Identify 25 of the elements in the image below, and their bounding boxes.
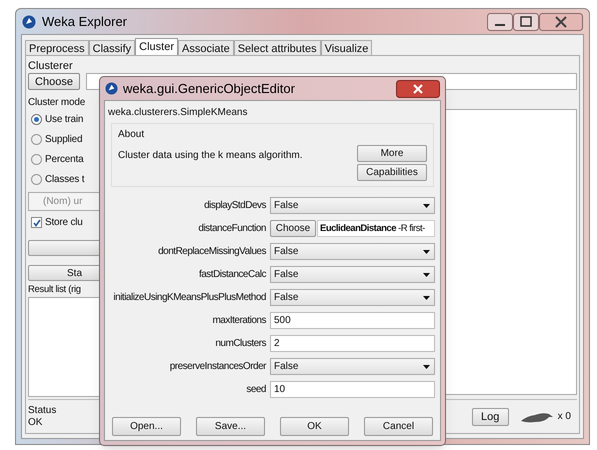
group-label: Clusterer [28,59,74,71]
radio-label: Use train [45,113,84,127]
group-label: Cluster mode [28,96,86,110]
checkbox-label: Store clu [45,216,83,230]
property-label: distanceFunction [197,222,267,236]
window-title: Weka Explorer [42,12,128,31]
radio-label: Classes t [45,173,84,187]
radio-label: Supplied [45,133,82,147]
status-text: OK [28,416,44,428]
dialog-title: weka.gui.GenericObjectEditor [123,80,295,98]
task-count: x 0 [558,410,571,424]
about-text: Cluster data using the k means algorithm. [118,149,303,163]
property-label: dontReplaceMissingValues [157,245,268,259]
property-label: seed [245,383,267,397]
result-list-label: Result list (rig [28,283,82,297]
property-label: displayStdDevs [203,199,268,213]
property-label: maxIterations [211,314,268,328]
radio-label: Percenta [45,153,84,167]
class-name: weka.clusterers.SimpleKMeans [108,106,248,120]
property-label: preserveInstancesOrder [168,360,268,374]
status-label: Status [28,404,56,416]
property-label: fastDistanceCalc [198,268,268,282]
property-label: numClusters [214,337,268,351]
property-label: initializeUsingKMeansPlusPlusMethod [112,291,267,305]
about-label: About [118,128,146,142]
